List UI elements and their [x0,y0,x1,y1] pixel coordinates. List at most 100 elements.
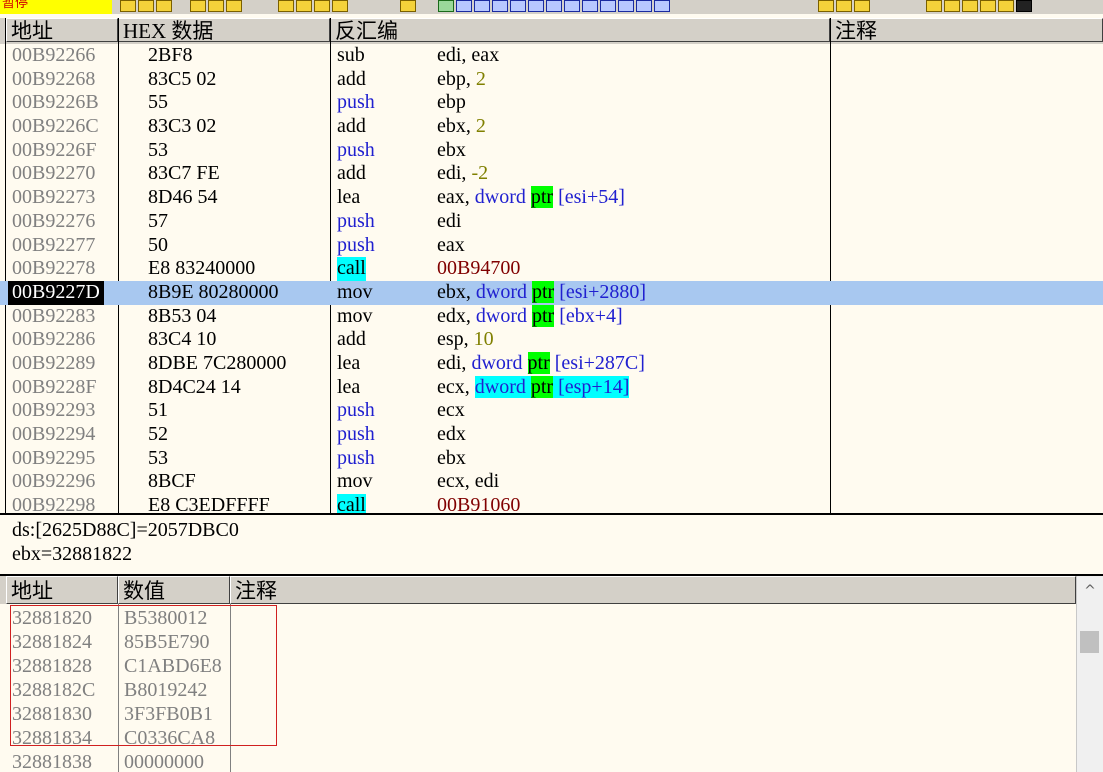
instruction-address: 00B92298 [12,494,96,514]
operand-part: ecx, edi [437,470,500,493]
disasm-row[interactable]: 00B92270 83C7 FE add edi, -2 [0,162,1103,186]
instruction-operands: edi, -2 [437,162,488,186]
disasm-row[interactable]: 00B9226B 55 push ebp [0,91,1103,115]
scroll-up-icon[interactable]: ^ [1077,578,1103,604]
highlight-box [10,605,277,746]
breakpoints-icon[interactable] [564,0,580,12]
instruction-mnemonic: lea [337,351,361,374]
rewind-icon[interactable] [138,0,154,12]
disasm-row[interactable]: 00B92277 50 push eax [0,234,1103,258]
operand-part: ptr [532,280,555,303]
executable-modules-icon[interactable] [456,0,472,12]
goto-icon[interactable] [400,0,416,12]
threads-icon[interactable] [492,0,508,12]
play-icon[interactable] [190,0,206,12]
pause-icon[interactable] [208,0,224,12]
instruction-operands: edi, eax [437,44,499,68]
hardware-icon[interactable] [980,0,996,12]
instruction-address: 00B92273 [12,186,96,209]
instruction-address: 00B92270 [12,162,96,185]
instruction-operands: edi [437,210,461,234]
source-icon[interactable] [618,0,634,12]
instruction-mnemonic: add [337,328,366,351]
bookmark-icon[interactable] [962,0,978,12]
instruction-address: 00B92266 [12,44,96,66]
step-into-icon[interactable] [226,0,242,12]
dump-row[interactable]: 32881838 00000000 [0,750,1076,772]
stack-dump-pane[interactable]: 地址 数值 注释 32881820 B5380012 32881824 85B5E79… [0,576,1103,772]
pane-splitter[interactable] [0,513,1103,515]
column-header-hex[interactable]: HEX 数据 [118,18,330,43]
instruction-hex: E8 C3EDFFFF [148,494,270,514]
column-header-address[interactable]: 地址 [6,576,118,604]
instruction-mnemonic: lea [337,186,361,209]
instruction-operands: eax [437,234,465,258]
disasm-row[interactable]: 00B92276 57 push edi [0,210,1103,234]
references-icon[interactable] [582,0,598,12]
disassembly-pane[interactable]: 地址 HEX 数据 反汇编 注释 00B92266 2BF8 sub edi, eax… [0,18,1103,514]
disasm-row[interactable]: 00B9226C 83C3 02 add ebx, 2 [0,115,1103,139]
instruction-address: 00B92295 [12,446,96,469]
operand-part: eax, [437,186,475,209]
operand-part: ecx, [437,375,475,398]
instruction-hex: 8B53 04 [148,304,217,327]
disasm-row[interactable]: 00B92289 8DBE 7C280000 lea edi, dword ptr [… [0,351,1103,376]
cpu-icon[interactable] [510,0,526,12]
instruction-hex: 8DBE 7C280000 [148,351,287,374]
instruction-mnemonic: lea [337,375,361,398]
disasm-row[interactable]: 00B92278 E8 83240000 call 00B94700 [0,257,1103,281]
column-header-comment[interactable]: 注释 [830,18,1103,43]
instruction-address: 00B92268 [12,67,96,90]
close-icon[interactable] [156,0,172,12]
trace-into-icon[interactable] [296,0,312,12]
disasm-row[interactable]: 00B9228F 8D4C24 14 lea ecx, dword ptr [esp+… [0,375,1103,400]
disasm-row[interactable]: 00B9226F 53 push ebx [0,139,1103,163]
patches-icon[interactable] [528,0,544,12]
execute-till-return-icon[interactable] [332,0,348,12]
instruction-operands: edi, dword ptr [esi+287C] [437,351,645,376]
help-icon[interactable] [654,0,670,12]
column-header-address[interactable]: 地址 [6,18,118,43]
disasm-row[interactable]: 00B92266 2BF8 sub edi, eax [0,44,1103,68]
disasm-row[interactable]: 00B92294 52 push edx [0,423,1103,447]
settings-icon[interactable] [998,0,1014,12]
disasm-row[interactable]: 00B92295 53 push ebx [0,447,1103,471]
disasm-row[interactable]: 00B92268 83C5 02 add ebp, 2 [0,68,1103,92]
debug-options-icon[interactable] [854,0,870,12]
info-line-memory: ds:[2625D88C]=2057DBC0 [12,519,239,541]
instruction-mnemonic: add [337,115,366,138]
step-over-icon[interactable] [278,0,294,12]
script-icon[interactable] [944,0,960,12]
memory-map-icon[interactable] [474,0,490,12]
disasm-row-selected[interactable]: 00B9227D 8B9E 80280000 mov ebx, dword ptr [… [0,280,1103,305]
appearance-icon[interactable] [836,0,852,12]
column-header-value[interactable]: 数值 [118,576,230,604]
instruction-mnemonic: push [337,233,375,256]
open-icon[interactable] [120,0,136,12]
plugin-icon[interactable] [926,0,942,12]
operand-part: edi, [437,162,472,185]
vertical-scrollbar[interactable]: ^ [1076,576,1103,772]
instruction-hex: 53 [148,446,168,469]
disasm-row[interactable]: 00B92273 8D46 54 lea eax, dword ptr [esi+54… [0,186,1103,210]
list-icon[interactable] [636,0,652,12]
disasm-row[interactable]: 00B92298 E8 C3EDFFFF call 00B91060 [0,494,1103,514]
instruction-operands: ebx, 2 [437,115,486,139]
disasm-row[interactable]: 00B92296 8BCF mov ecx, edi [0,470,1103,494]
log-window-icon[interactable] [438,0,454,12]
run-trace-icon[interactable] [600,0,616,12]
call-stack-icon[interactable] [546,0,562,12]
options-icon[interactable] [818,0,834,12]
operand-part: ptr [530,186,554,209]
disasm-row[interactable]: 00B92283 8B53 04 mov edx, dword ptr [ebx+4] [0,304,1103,329]
instruction-mnemonic: mov [337,470,373,493]
column-header-disasm[interactable]: 反汇编 [330,18,830,43]
disasm-row[interactable]: 00B92293 51 push ecx [0,399,1103,423]
scrollbar-thumb[interactable] [1080,631,1099,653]
column-header-comment[interactable]: 注释 [230,576,1076,604]
extra-icon[interactable] [1016,0,1032,12]
trace-over-icon[interactable] [314,0,330,12]
instruction-hex: 57 [148,209,168,232]
disasm-row[interactable]: 00B92286 83C4 10 add esp, 10 [0,328,1103,352]
operand-part: ebx, [437,280,476,303]
